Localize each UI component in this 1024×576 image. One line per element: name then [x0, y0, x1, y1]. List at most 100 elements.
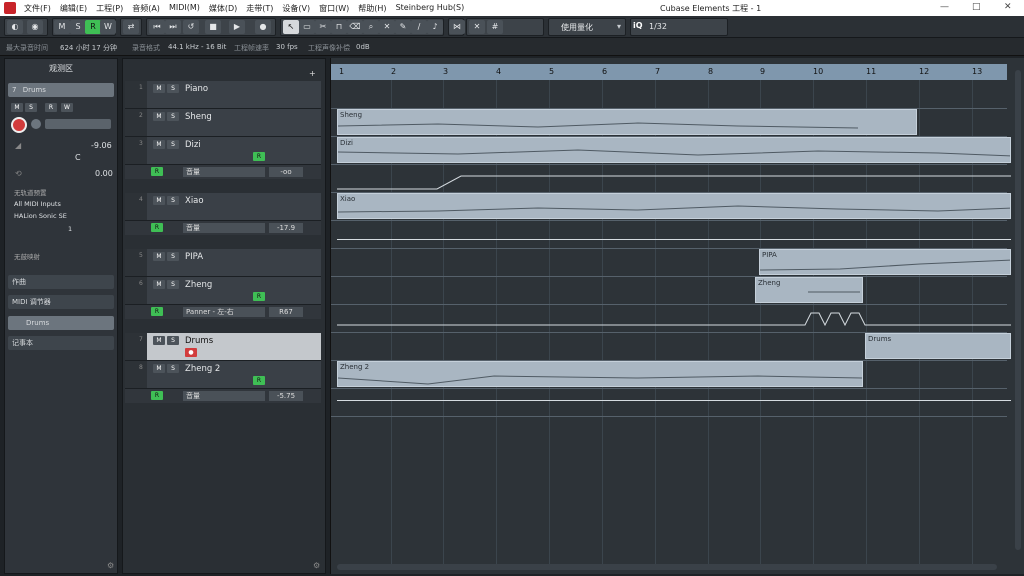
- menu-file[interactable]: 文件(F): [24, 3, 51, 14]
- read-button[interactable]: R: [253, 376, 265, 385]
- track-list-settings-icon[interactable]: ⚙: [313, 561, 320, 570]
- cycle-icon[interactable]: ↺: [183, 20, 199, 34]
- automation-lane-dizi[interactable]: R 音量 -oo: [125, 165, 321, 179]
- mute-button[interactable]: M: [153, 252, 165, 261]
- play-icon[interactable]: ▶: [229, 20, 245, 34]
- drum-map-row[interactable]: 无鼓映射: [8, 251, 114, 262]
- quantize-value[interactable]: iQ 1/32: [630, 18, 728, 36]
- part-pipa[interactable]: PIPA: [759, 249, 1011, 275]
- mute-button[interactable]: M: [153, 196, 165, 205]
- mute-button[interactable]: M: [153, 364, 165, 373]
- record-enable-button[interactable]: ●: [185, 348, 197, 357]
- auto-scroll-icon[interactable]: ⇄: [123, 20, 139, 34]
- automation-lane-zheng-2[interactable]: R 音量 -5.75: [125, 389, 321, 403]
- ruler[interactable]: 1 2 3 4 5 6 7 8 9 10 11 12 13: [331, 64, 1007, 80]
- part-xiao[interactable]: Xiao: [337, 193, 1011, 219]
- part-zheng-2[interactable]: Zheng 2: [337, 361, 863, 387]
- track-dizi[interactable]: 3 M S Dizi R: [125, 137, 321, 165]
- track-piano[interactable]: 1 M S Piano: [125, 81, 321, 109]
- stop-icon[interactable]: ■: [205, 20, 221, 34]
- solo-button[interactable]: S: [167, 252, 179, 261]
- lane-read-button[interactable]: R: [151, 167, 163, 176]
- lane-parameter[interactable]: Panner - 左-右: [183, 307, 265, 317]
- automation-curve-dizi[interactable]: [337, 165, 1011, 191]
- solo-button[interactable]: S: [167, 336, 179, 345]
- menu-devices[interactable]: 设备(V): [282, 3, 310, 14]
- track-name[interactable]: PIPA: [185, 252, 203, 262]
- lane-read-button[interactable]: R: [151, 391, 163, 400]
- solo-button[interactable]: S: [167, 112, 179, 121]
- lane-parameter[interactable]: 音量: [183, 223, 265, 233]
- automation-line-zheng-2[interactable]: [337, 400, 1011, 401]
- solo-button[interactable]: S: [167, 140, 179, 149]
- mute-tool-icon[interactable]: ✕: [379, 20, 395, 34]
- automation-lane-xiao[interactable]: R 音量 -17.9: [125, 221, 321, 235]
- track-name[interactable]: Sheng: [185, 112, 212, 122]
- zoom-tool-icon[interactable]: ⌕: [363, 20, 379, 34]
- add-track-icon[interactable]: +: [309, 69, 316, 78]
- inspector-track-selector[interactable]: 7 Drums: [8, 83, 114, 97]
- horizontal-scrollbar[interactable]: [337, 564, 997, 570]
- lane-read-button[interactable]: R: [151, 223, 163, 232]
- automation-curve-zheng[interactable]: [337, 305, 1011, 331]
- lane-value[interactable]: -17.9: [269, 223, 303, 233]
- snap-icon[interactable]: ⋈: [449, 20, 465, 34]
- solo-all-button[interactable]: S: [70, 20, 86, 34]
- menu-media[interactable]: 媒体(D): [209, 3, 237, 14]
- midi-output-row[interactable]: HALion Sonic SE: [8, 212, 114, 223]
- inspector-write-button[interactable]: W: [61, 103, 73, 112]
- inspector-mute-button[interactable]: M: [11, 103, 23, 112]
- menu-window[interactable]: 窗口(W): [319, 3, 349, 14]
- track-zheng-2[interactable]: 8 M S Zheng 2 R: [125, 361, 321, 389]
- automation-line-xiao[interactable]: [337, 239, 1011, 240]
- minimize-icon[interactable]: —: [940, 2, 949, 12]
- solo-button[interactable]: S: [167, 364, 179, 373]
- section-midi-modifiers[interactable]: MIDI 调节器: [8, 295, 114, 309]
- read-button[interactable]: R: [253, 292, 265, 301]
- menu-midi[interactable]: MIDI(M): [169, 3, 200, 14]
- menu-audio[interactable]: 音频(A): [132, 3, 160, 14]
- track-pipa[interactable]: 5 M S PIPA: [125, 249, 321, 277]
- mute-button[interactable]: M: [153, 84, 165, 93]
- line-tool-icon[interactable]: ∕: [411, 20, 427, 34]
- lane-value[interactable]: R67: [269, 307, 303, 317]
- lane-value[interactable]: -5.75: [269, 391, 303, 401]
- lane-read-button[interactable]: R: [151, 307, 163, 316]
- part-sheng[interactable]: Sheng: [337, 109, 917, 135]
- section-notepad[interactable]: 记事本: [8, 336, 114, 350]
- track-zheng[interactable]: 6 M S Zheng R: [125, 277, 321, 305]
- mute-button[interactable]: M: [153, 280, 165, 289]
- volume-value[interactable]: -9.06: [91, 141, 112, 150]
- activate-project-icon[interactable]: ◐: [7, 20, 23, 34]
- solo-button[interactable]: S: [167, 196, 179, 205]
- midi-input-row[interactable]: All MIDI Inputs: [8, 200, 114, 211]
- erase-tool-icon[interactable]: ⌫: [347, 20, 363, 34]
- write-all-button[interactable]: W: [100, 20, 116, 34]
- close-icon[interactable]: ✕: [1004, 2, 1012, 12]
- track-name[interactable]: Zheng 2: [185, 364, 220, 374]
- mute-button[interactable]: M: [153, 336, 165, 345]
- split-tool-icon[interactable]: ✂: [315, 20, 331, 34]
- grid-icon[interactable]: #: [487, 20, 503, 34]
- maximize-icon[interactable]: □: [972, 2, 981, 12]
- object-select-tool-icon[interactable]: ↖: [283, 20, 299, 34]
- lane-value[interactable]: -oo: [269, 167, 303, 177]
- go-to-start-icon[interactable]: ⏮: [149, 20, 165, 34]
- channel-row[interactable]: 1: [8, 225, 114, 236]
- track-name[interactable]: Xiao: [185, 196, 204, 206]
- mute-button[interactable]: M: [153, 140, 165, 149]
- inspector-solo-button[interactable]: S: [25, 103, 37, 112]
- lane-parameter[interactable]: 音量: [183, 391, 265, 401]
- play-tool-icon[interactable]: ♪: [427, 20, 443, 34]
- track-sheng[interactable]: 2 M S Sheng: [125, 109, 321, 137]
- record-enable-icon[interactable]: [11, 117, 27, 133]
- part-dizi[interactable]: Dizi: [337, 137, 1011, 163]
- read-all-button[interactable]: R: [85, 20, 101, 34]
- menu-hub[interactable]: Steinberg Hub(S): [396, 3, 465, 14]
- menu-edit[interactable]: 编辑(E): [60, 3, 87, 14]
- solo-button[interactable]: S: [167, 280, 179, 289]
- inspector-fader-strip[interactable]: [45, 119, 111, 129]
- range-tool-icon[interactable]: ▭: [299, 20, 315, 34]
- track-name[interactable]: Dizi: [185, 140, 201, 150]
- delay-value[interactable]: 0.00: [95, 169, 113, 178]
